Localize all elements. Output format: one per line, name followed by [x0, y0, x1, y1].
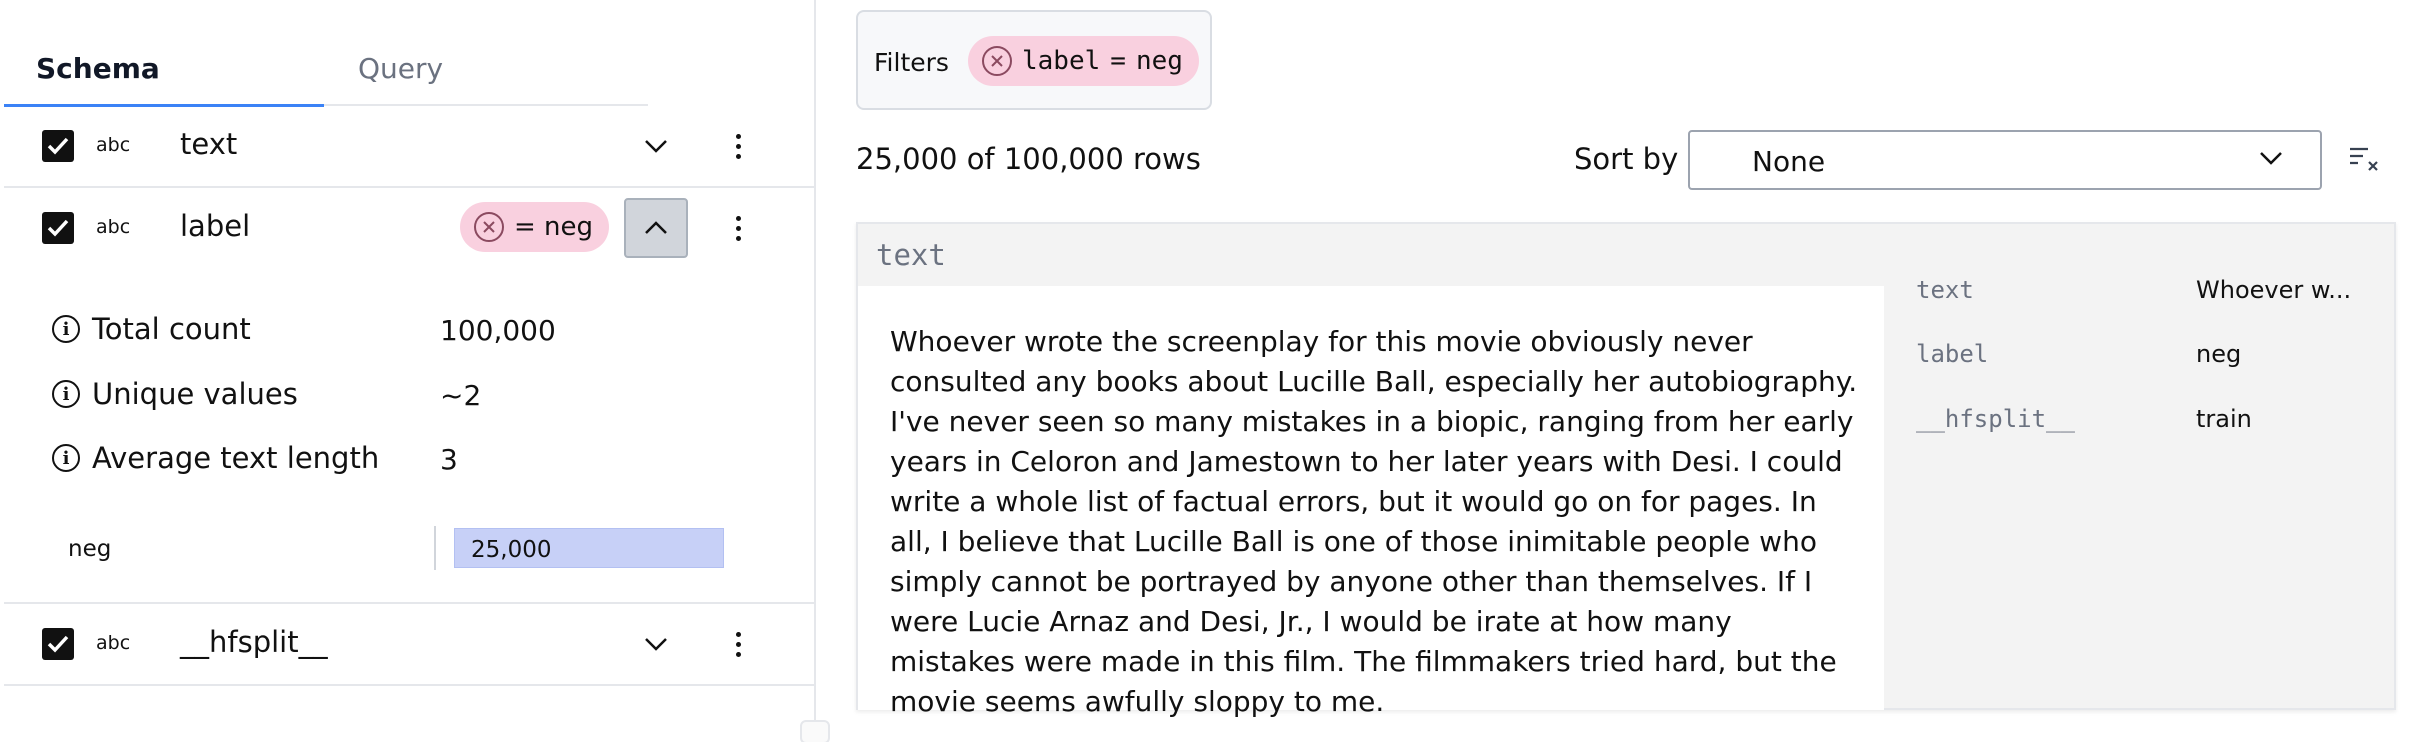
clear-sort-icon[interactable] [2348, 144, 2382, 174]
row-card-column-header: text [876, 238, 946, 272]
stat-value: 100,000 [440, 314, 556, 347]
schema-field-hfsplit: abc __hfsplit__ [4, 604, 814, 684]
tab-query[interactable]: Query [358, 52, 443, 85]
filter-op: = [1110, 46, 1126, 76]
row-meta-key: __hfsplit__ [1916, 405, 2075, 433]
stat-value: 3 [440, 443, 458, 476]
stat-total-count: i Total count [52, 312, 251, 346]
stat-label: Unique values [92, 377, 298, 411]
close-circle-icon[interactable] [474, 212, 504, 242]
tab-schema[interactable]: Schema [36, 52, 160, 85]
histogram-axis [434, 526, 436, 570]
stat-label: Average text length [92, 441, 380, 475]
row-meta-key: label [1916, 340, 1989, 368]
row-meta-value: train [2196, 405, 2252, 433]
chevron-down-icon [645, 140, 667, 153]
filter-field: label [1022, 46, 1101, 76]
filter-pill-text: = neg [514, 212, 594, 242]
filters-bar: Filters label = neg [856, 10, 1212, 110]
kebab-menu-icon[interactable] [728, 126, 748, 166]
string-type-badge: abc [96, 632, 131, 654]
string-type-badge: abc [96, 216, 131, 238]
expand-field-button[interactable] [624, 116, 688, 176]
field-name: text [180, 127, 238, 161]
collapse-field-button[interactable] [624, 198, 688, 258]
row-meta-value: Whoever w... [2196, 276, 2352, 304]
chevron-down-icon [645, 638, 667, 651]
histogram-bar-value: 25,000 [471, 537, 552, 563]
info-icon[interactable]: i [52, 444, 80, 472]
active-filter-pill[interactable]: label = neg [968, 36, 1199, 86]
chevron-up-icon [645, 221, 667, 234]
string-type-badge: abc [96, 134, 131, 156]
info-icon[interactable]: i [52, 315, 80, 343]
stat-value: ~2 [440, 379, 482, 412]
panel-tabs: Schema Query [4, 30, 648, 107]
histogram-category-label: neg [68, 536, 112, 562]
row-card[interactable]: text Whoever wrote the screenplay for th… [856, 222, 2396, 718]
row-count: 25,000 of 100,000 rows [856, 142, 1201, 176]
row-card-body: Whoever wrote the screenplay for this mo… [858, 286, 1884, 718]
panel-divider [814, 0, 816, 742]
row-meta-key: text [1916, 276, 1974, 304]
sort-select-value: None [1752, 145, 1826, 178]
field-filter-pill[interactable]: = neg [460, 202, 610, 252]
row-meta-value: neg [2196, 340, 2242, 368]
chevron-down-icon [2260, 152, 2282, 165]
sort-select[interactable]: None [1688, 130, 2322, 190]
row-text-value: Whoever wrote the screenplay for this mo… [890, 325, 1858, 718]
stat-unique-values: i Unique values [52, 377, 298, 411]
row-divider [4, 684, 814, 686]
close-circle-icon[interactable] [982, 46, 1012, 76]
filters-label: Filters [874, 48, 949, 77]
info-icon[interactable]: i [52, 380, 80, 408]
expand-field-button[interactable] [624, 614, 688, 674]
schema-panel: Schema Query abc text abc label = neg i … [0, 0, 814, 742]
kebab-menu-icon[interactable] [728, 624, 748, 664]
stat-label: Total count [92, 312, 251, 346]
schema-field-label: abc label = neg [4, 188, 814, 268]
kebab-menu-icon[interactable] [728, 208, 748, 248]
stat-average-text-length: i Average text length [52, 441, 379, 475]
field-name: __hfsplit__ [180, 625, 328, 659]
checkbox-checked-icon[interactable] [42, 212, 74, 244]
checkbox-checked-icon[interactable] [42, 130, 74, 162]
field-name: label [180, 209, 251, 243]
schema-field-text: abc text [4, 106, 814, 186]
histogram-bar[interactable]: 25,000 [454, 528, 724, 568]
filter-value: neg [1135, 46, 1183, 76]
checkbox-checked-icon[interactable] [42, 628, 74, 660]
resize-handle[interactable] [800, 720, 830, 742]
sort-by-label: Sort by [1574, 142, 1679, 176]
